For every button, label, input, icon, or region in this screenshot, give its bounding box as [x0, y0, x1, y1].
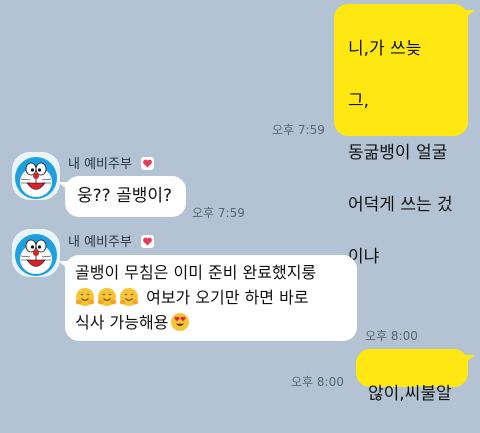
message-line: 여보가 오기만 하면 바로: [75, 285, 347, 310]
incoming-message-bubble[interactable]: 웅?? 골뱅이?: [58, 176, 186, 217]
hugging-face-emoji-icon: [97, 288, 117, 306]
outgoing-message-bubble[interactable]: 니,가 쓰늦 그, 동굶뱅이 얼굴 어덕게 쓰는 겄 이냐: [334, 4, 475, 267]
heart-badge-icon: [141, 235, 155, 248]
doraemon-avatar-icon[interactable]: [12, 152, 60, 200]
message-text: 않이,씨불알: [368, 384, 452, 404]
message-timestamp: 오후 7:59: [192, 206, 245, 220]
chat-view: 니,가 쓰늦 그, 동굶뱅이 얼굴 어덕게 쓰는 겄 이냐 오후 7:59 내 …: [0, 0, 480, 404]
incoming-message-bubble[interactable]: 골뱅이 무침은 이미 준비 완료했지룽 여보가 오기만 하면 바로 식사 가능해…: [58, 255, 357, 341]
message-timestamp: 오후 8:00: [291, 375, 344, 389]
sender-name-label: 내 예비주부: [68, 157, 132, 172]
message-line: 니,가 쓰늦: [348, 39, 422, 59]
outgoing-message-bubble[interactable]: 않이,씨불알: [356, 349, 475, 404]
hugging-face-emoji-icon: [119, 288, 139, 306]
sender-name: 내 예비주부: [68, 231, 155, 250]
message-line: 그,: [348, 91, 370, 111]
message-line: 이냐: [348, 247, 380, 267]
message-timestamp: 오후 8:00: [365, 329, 418, 343]
message-text: 웅?? 골뱅이?: [77, 186, 173, 206]
sender-name-label: 내 예비주부: [68, 235, 132, 250]
doraemon-avatar-icon[interactable]: [12, 229, 60, 277]
message-line: 골뱅이 무침은 이미 준비 완료했지룽: [75, 263, 317, 282]
message-line-text: 식사 가능해용: [75, 313, 169, 332]
hugging-face-emoji-icon: [75, 288, 95, 306]
message-line-text: 여보가 오기만 하면 바로: [146, 288, 309, 307]
message-line: 어덕게 쓰는 겄: [348, 195, 453, 215]
sender-name: 내 예비주부: [68, 153, 155, 172]
heart-badge-icon: [141, 157, 155, 170]
message-line: 동굶뱅이 얼굴: [348, 143, 448, 163]
heart-eyes-emoji-icon: [171, 313, 190, 331]
message-line: 식사 가능해용: [75, 310, 347, 335]
message-timestamp: 오후 7:59: [272, 123, 325, 137]
